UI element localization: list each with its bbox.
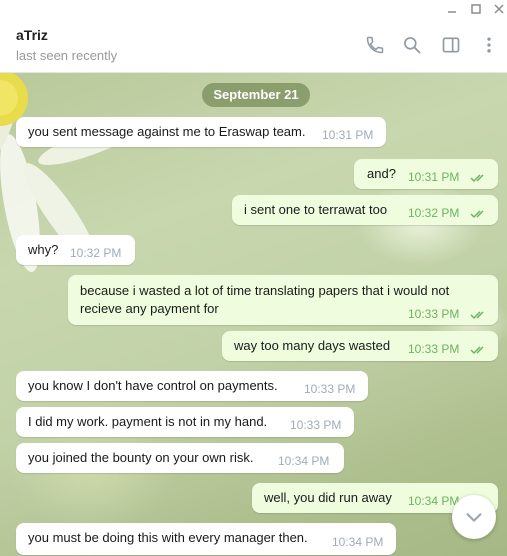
peer-status: last seen recently (16, 48, 118, 63)
message-incoming[interactable]: you joined the bounty on your own risk. … (16, 443, 344, 473)
double-check-icon (470, 311, 484, 320)
message-incoming[interactable]: I did my work. payment is not in my hand… (16, 407, 354, 437)
message-time: 10:33 PM (290, 418, 342, 432)
message-text: you must be doing this with every manage… (28, 530, 308, 545)
message-text-line2: recieve any payment for (80, 301, 219, 316)
message-incoming[interactable]: you know I don't have control on payment… (16, 371, 368, 401)
chevron-down-icon (466, 513, 482, 522)
message-time: 10:33 PM (304, 382, 356, 396)
message-text: i sent one to terrawat too (244, 202, 388, 217)
message-text: and? (367, 166, 396, 181)
message-time: 10:34 PM (332, 535, 384, 549)
search-icon[interactable] (400, 33, 424, 57)
message-text: I did my work. payment is not in my hand… (28, 414, 268, 429)
message-time: 10:32 PM (70, 246, 122, 260)
message-text: way too many days wasted (234, 338, 391, 353)
message-time: 10:33 PM (408, 307, 460, 321)
message-text: you joined the bounty on your own risk. (28, 450, 254, 465)
message-time: 10:31 PM (408, 170, 460, 184)
minimize-icon[interactable] (440, 0, 464, 18)
message-outgoing[interactable]: because i wasted a lot of time translati… (68, 275, 498, 325)
message-time: 10:31 PM (322, 128, 374, 142)
message-outgoing[interactable]: i sent one to terrawat too 10:32 PM (232, 195, 498, 225)
message-text: you know I don't have control on payment… (28, 378, 278, 393)
window-titlebar (0, 0, 507, 18)
message-outgoing[interactable]: and? 10:31 PM (354, 159, 498, 189)
message-text: you sent message against me to Eraswap t… (28, 124, 306, 139)
chat-area[interactable]: September 21 you sent message against me… (0, 73, 507, 556)
message-time: 10:32 PM (408, 206, 460, 220)
message-text-line1: because i wasted a lot of time translati… (80, 283, 450, 298)
phone-icon[interactable] (363, 33, 387, 57)
chat-header: aTriz last seen recently (0, 18, 507, 73)
message-incoming[interactable]: you must be doing this with every manage… (16, 523, 396, 555)
message-time: 10:33 PM (408, 342, 460, 356)
date-separator: September 21 (202, 83, 310, 107)
close-icon[interactable] (487, 0, 507, 18)
message-incoming[interactable]: why? 10:32 PM (16, 235, 135, 265)
message-incoming[interactable]: you sent message against me to Eraswap t… (16, 117, 386, 147)
double-check-icon (470, 174, 484, 183)
double-check-icon (470, 346, 484, 355)
message-outgoing[interactable]: way too many days wasted 10:33 PM (222, 331, 498, 361)
peer-name[interactable]: aTriz (16, 27, 48, 43)
double-check-icon (470, 210, 484, 219)
scroll-down-button[interactable] (452, 495, 496, 539)
sidebar-panel-icon[interactable] (439, 33, 463, 57)
message-text: why? (28, 242, 59, 257)
more-vertical-icon[interactable] (477, 33, 501, 57)
message-text: well, you did run away (264, 490, 392, 505)
maximize-icon[interactable] (464, 0, 488, 18)
message-time: 10:34 PM (278, 454, 330, 468)
message-time: 10:34 PM (408, 494, 460, 508)
